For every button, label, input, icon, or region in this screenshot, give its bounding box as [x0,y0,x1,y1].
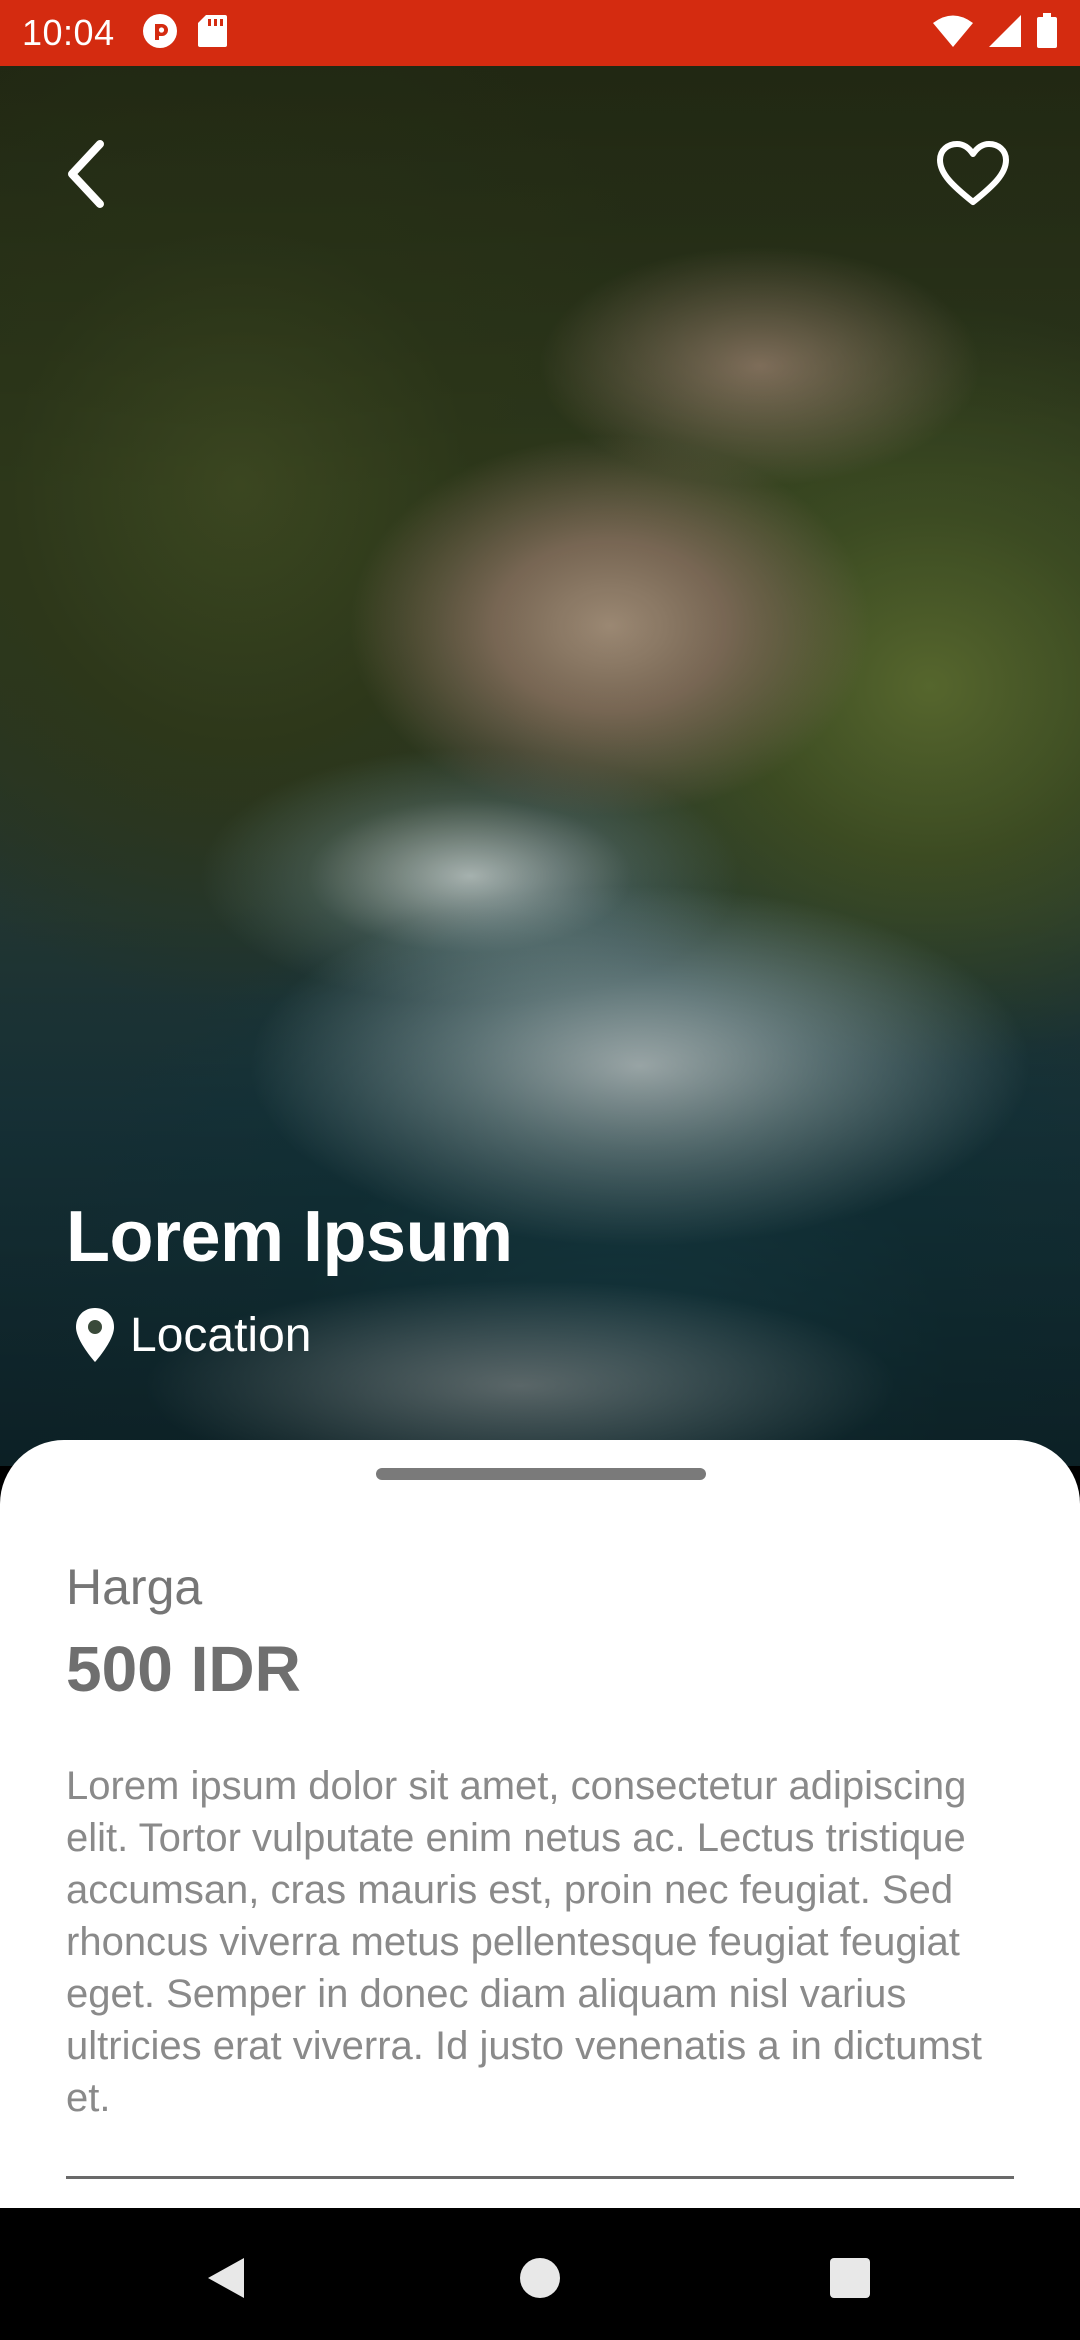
location-pin-icon [74,1306,116,1364]
favorite-button[interactable] [928,134,1018,214]
heart-outline-icon [937,141,1009,205]
nav-recents-icon [830,2258,870,2298]
sheet-drag-handle[interactable] [376,1468,706,1480]
back-button[interactable] [50,134,120,214]
place-description: Lorem ipsum dolor sit amet, consectetur … [66,1764,982,2120]
chevron-left-icon [68,140,104,208]
battery-icon [1036,12,1058,54]
details-sheet: Harga 500 IDR Lorem ipsum dolor sit amet… [0,1440,1080,2210]
navigation-bar [0,2208,1080,2340]
nav-home-icon [520,2258,560,2298]
place-location-text: Location [130,1308,312,1362]
nav-home-button[interactable] [510,2248,570,2308]
cellular-signal-icon [988,14,1022,53]
nav-back-icon [208,2258,244,2298]
status-notification-icons [141,12,227,55]
price-label: Harga [66,1559,203,1615]
sd-card-icon [197,14,227,53]
status-system-icons [932,12,1058,54]
nav-recents-button[interactable] [820,2248,880,2308]
status-time: 10:04 [22,12,115,53]
place-title: Lorem Ipsum [66,1197,513,1277]
status-bar: 10:04 [0,0,1080,66]
wifi-icon [932,14,974,53]
price-value: 500 IDR [66,1633,301,1705]
nav-back-button[interactable] [196,2248,256,2308]
divider [66,2176,1014,2179]
place-location: Location [74,1306,311,1364]
record-icon [141,12,179,55]
